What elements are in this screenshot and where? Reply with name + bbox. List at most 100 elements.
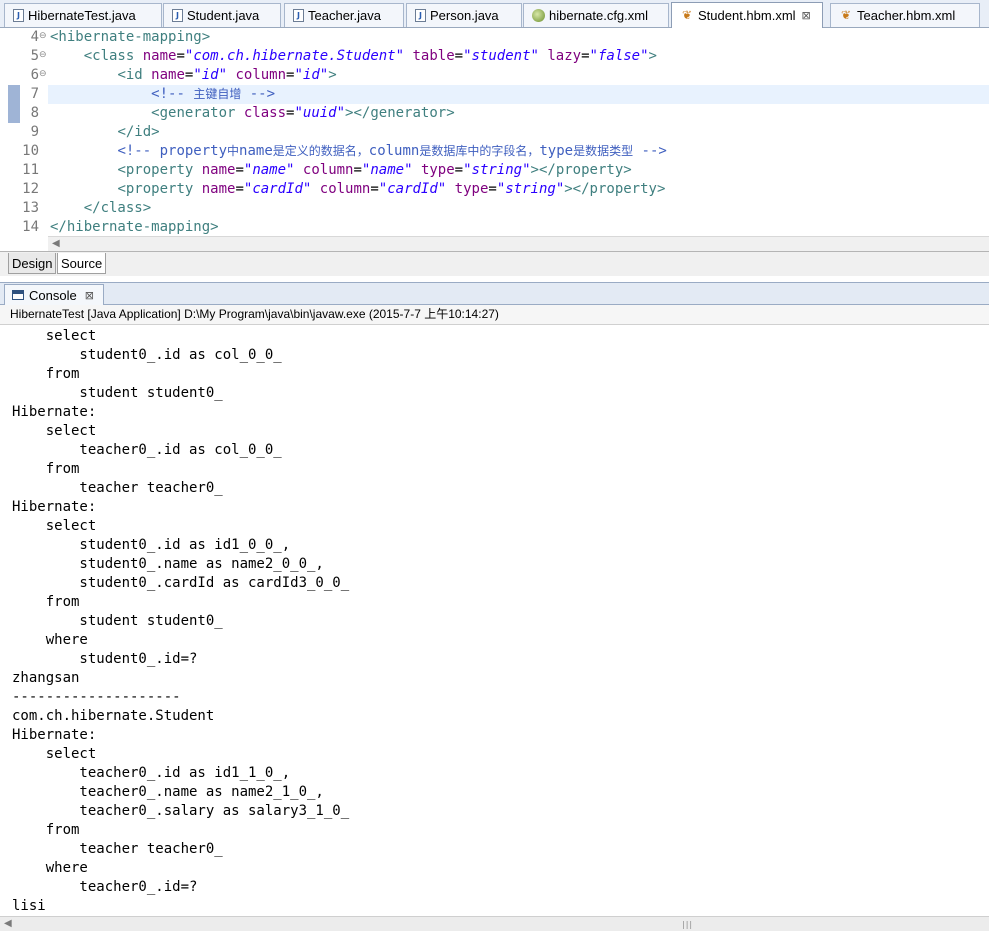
scroll-left-arrow-icon[interactable]: ◀ bbox=[4, 917, 12, 931]
console-line: Hibernate: bbox=[12, 499, 97, 515]
console-tab-label: Console bbox=[29, 287, 77, 303]
code-text: <hibernate-mapping> bbox=[50, 28, 210, 47]
console-line: student0_.name as name2_0_0_, bbox=[12, 556, 324, 572]
code-token: <generator bbox=[151, 105, 244, 121]
console-line: lisi bbox=[12, 898, 46, 914]
code-token: <!-- bbox=[151, 86, 194, 102]
hbm-file-icon: ❦ bbox=[840, 8, 852, 22]
editor-horizontal-scrollbar[interactable]: ◀ bbox=[48, 236, 989, 251]
console-line: com.ch.hibernate.Student bbox=[12, 708, 215, 724]
close-icon[interactable]: ⊠ bbox=[802, 9, 811, 22]
code-text: </class> bbox=[50, 199, 151, 218]
code-text: <generator class="uuid"></generator> bbox=[50, 104, 454, 123]
console-line: -------------------- bbox=[12, 689, 181, 705]
tab-source[interactable]: Source bbox=[57, 253, 107, 274]
console-line: select bbox=[12, 328, 97, 344]
code-line[interactable]: 14 </hibernate-mapping> bbox=[0, 218, 989, 236]
tab-design[interactable]: Design bbox=[8, 253, 57, 274]
code-token: <property bbox=[117, 162, 202, 178]
line-number: 6 bbox=[30, 67, 39, 83]
tab-teacher-hbm-xml[interactable]: ❦ Teacher.hbm.xml bbox=[830, 3, 980, 27]
line-number: 7 bbox=[30, 86, 39, 102]
code-text: <property name="name" column="name" type… bbox=[50, 161, 631, 180]
code-token: = bbox=[176, 48, 185, 64]
code-token: = bbox=[454, 48, 464, 64]
close-icon[interactable]: ⊠ bbox=[85, 286, 94, 305]
line-number: 13 bbox=[22, 200, 39, 216]
code-token: "string" bbox=[463, 162, 531, 178]
hbm-file-icon: ❦ bbox=[681, 8, 693, 22]
code-token: 是数据类型 bbox=[573, 144, 634, 158]
console-output[interactable]: select student0_.id as col_0_0_ from stu… bbox=[12, 327, 982, 917]
line-number: 9 bbox=[30, 124, 39, 140]
code-token: = bbox=[581, 48, 590, 64]
code-token: <hibernate-mapping> bbox=[50, 29, 211, 45]
line-number: 4 bbox=[30, 29, 39, 45]
code-token: = bbox=[370, 181, 379, 197]
code-line[interactable]: 5 ⊖ <class name="com.ch.hibernate.Student… bbox=[0, 47, 989, 66]
code-token: > bbox=[648, 48, 657, 64]
console-line: Hibernate: bbox=[12, 727, 97, 743]
code-text: </id> bbox=[50, 123, 159, 142]
code-token: column bbox=[302, 162, 354, 178]
code-token: --> bbox=[633, 143, 667, 159]
java-file-icon: J bbox=[293, 9, 304, 22]
console-line: from bbox=[12, 594, 80, 610]
console-line: student student0_ bbox=[12, 613, 223, 629]
fold-toggle-icon[interactable]: ⊖ bbox=[39, 69, 47, 79]
line-number: 12 bbox=[22, 181, 39, 197]
console-line: teacher0_.name as name2_1_0_, bbox=[12, 784, 324, 800]
code-line[interactable]: 6 ⊖ <id name="id" column="id"> bbox=[0, 66, 989, 85]
code-token: name bbox=[142, 48, 177, 64]
tab-label: HibernateTest.java bbox=[28, 8, 136, 23]
line-number: 14 bbox=[22, 219, 39, 235]
scroll-left-arrow-icon[interactable]: ◀ bbox=[52, 237, 60, 251]
code-token: = bbox=[488, 181, 497, 197]
code-line[interactable]: 9 </id> bbox=[0, 123, 989, 142]
code-token: "uuid" bbox=[294, 105, 346, 121]
code-token: <!-- property bbox=[117, 143, 228, 159]
console-line: where bbox=[12, 860, 88, 876]
tab-student-hbm-xml[interactable]: ❦ Student.hbm.xml ⊠ bbox=[671, 2, 823, 28]
tab-label: Person.java bbox=[430, 8, 499, 23]
console-line: teacher0_.id as col_0_0_ bbox=[12, 442, 282, 458]
code-token: "cardId" bbox=[378, 181, 447, 197]
tab-student-java[interactable]: J Student.java bbox=[163, 3, 281, 27]
console-line: student0_.id=? bbox=[12, 651, 198, 667]
code-editor[interactable]: 4 ⊖ <hibernate-mapping> 5 ⊖ <class name="com… bbox=[0, 28, 989, 236]
line-number: 10 bbox=[22, 143, 39, 159]
code-line[interactable]: 8 <generator class="uuid"></generator> bbox=[0, 104, 989, 123]
code-token: lazy bbox=[547, 48, 582, 64]
console-line: student0_.cardId as cardId3_0_0_ bbox=[12, 575, 350, 591]
console-line: student0_.id as col_0_0_ bbox=[12, 347, 282, 363]
tab-teacher-java[interactable]: J Teacher.java bbox=[284, 3, 404, 27]
code-line[interactable]: 10 <!-- property中name是定义的数据名，column是数据库中… bbox=[0, 142, 989, 161]
code-token: 是定义的数据名， bbox=[272, 144, 369, 158]
console-line: from bbox=[12, 461, 80, 477]
fold-toggle-icon[interactable]: ⊖ bbox=[39, 50, 47, 60]
code-line[interactable]: 13 </class> bbox=[0, 199, 989, 218]
console-line: from bbox=[12, 366, 80, 382]
code-line[interactable]: 12 <property name="cardId" column="cardI… bbox=[0, 180, 989, 199]
fold-toggle-icon[interactable]: ⊖ bbox=[39, 31, 47, 41]
java-file-icon: J bbox=[13, 9, 24, 22]
tab-hibernatetest-java[interactable]: J HibernateTest.java bbox=[4, 3, 162, 27]
code-token: column bbox=[319, 181, 371, 197]
code-line[interactable]: 7 <!-- 主键自增 --> bbox=[0, 85, 989, 104]
tab-person-java[interactable]: J Person.java bbox=[406, 3, 522, 27]
scroll-grip-icon[interactable]: ||| bbox=[682, 920, 693, 929]
code-line[interactable]: 4 ⊖ <hibernate-mapping> bbox=[0, 28, 989, 47]
tab-hibernate-cfg-xml[interactable]: hibernate.cfg.xml bbox=[523, 3, 669, 27]
tab-label: hibernate.cfg.xml bbox=[549, 8, 648, 23]
console-line: where bbox=[12, 632, 88, 648]
tab-console[interactable]: Console ⊠ bbox=[4, 284, 104, 305]
code-token: </hibernate-mapping> bbox=[50, 219, 219, 235]
code-line[interactable]: 11 <property name="name" column="name" t… bbox=[0, 161, 989, 180]
console-horizontal-scrollbar[interactable]: ◀ ||| bbox=[0, 916, 989, 931]
